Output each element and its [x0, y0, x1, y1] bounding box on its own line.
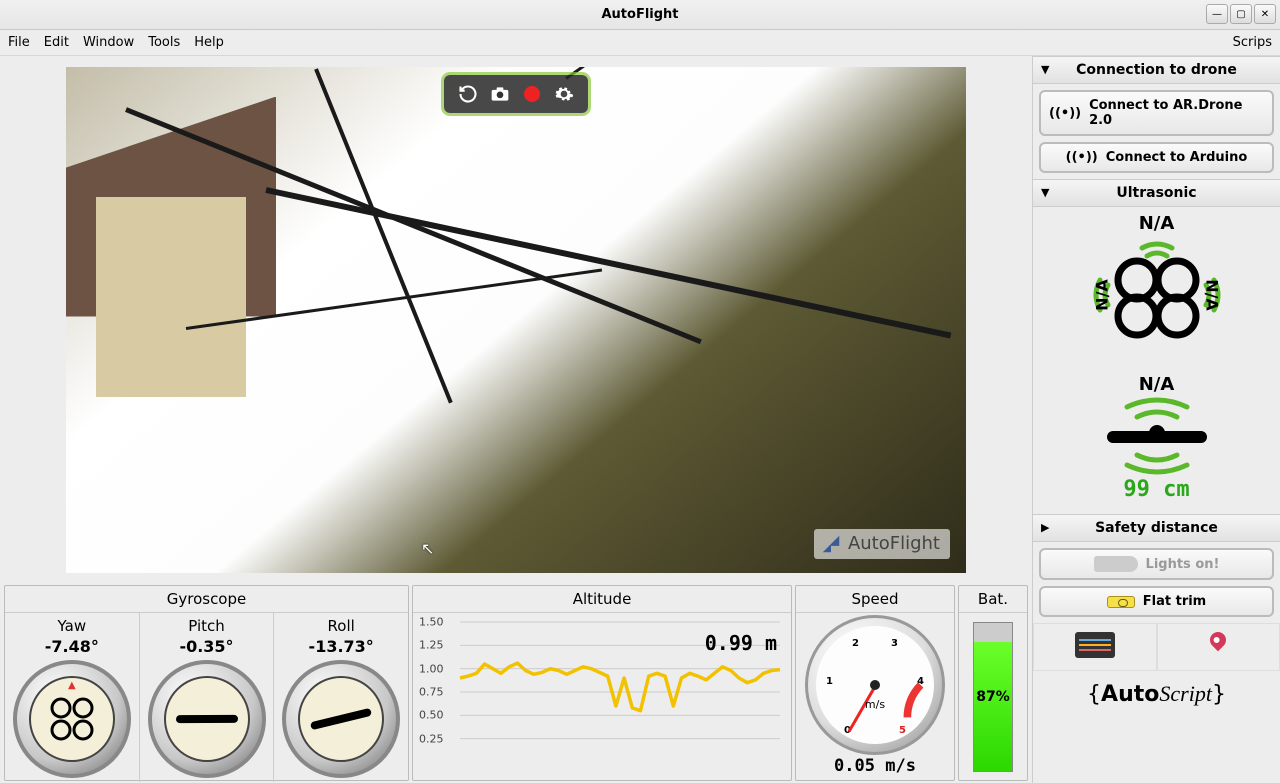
altitude-value: 0.99 m [705, 631, 777, 655]
altitude-panel: Altitude 0.99 m 0.25 0.50 0.75 1.00 1.25 1.50 [412, 585, 792, 781]
menu-window[interactable]: Window [83, 35, 134, 50]
yaw-dial: ▲ [13, 660, 131, 778]
battery-title: Bat. [959, 586, 1027, 613]
ultrasonic-front-value: N/A [1139, 213, 1175, 234]
yaw-value: -7.48° [45, 637, 99, 656]
flashlight-icon [1094, 556, 1138, 572]
menu-tools[interactable]: Tools [148, 35, 180, 50]
connect-arduino-button[interactable]: ((•)) Connect to Arduino [1039, 142, 1274, 173]
speed-value: 0.05 m/s [796, 756, 954, 780]
section-safety-title: Safety distance [1095, 520, 1218, 536]
altitude-ytick: 1.25 [419, 639, 444, 652]
drone-side-icon [1107, 431, 1207, 443]
window-title: AutoFlight [601, 7, 678, 22]
sensor-chart-button[interactable] [1033, 623, 1157, 671]
video-feed-area: AutoFlight ↖ [2, 56, 1030, 583]
record-icon[interactable] [518, 81, 546, 107]
section-connection[interactable]: ▼ Connection to drone [1033, 56, 1280, 84]
ultrasonic-top-view: N/A N/A N/A [1033, 207, 1280, 368]
ultrasonic-right-value: N/A [1202, 279, 1221, 311]
menu-file[interactable]: File [8, 35, 30, 50]
close-button[interactable]: ✕ [1254, 4, 1276, 24]
chevron-down-icon: ▼ [1041, 63, 1049, 76]
menu-help[interactable]: Help [194, 35, 224, 50]
connect-ardrone-button[interactable]: ((•)) Connect to AR.Drone 2.0 [1039, 90, 1274, 136]
gyroscope-title: Gyroscope [5, 586, 408, 613]
maximize-button[interactable]: ▢ [1230, 4, 1252, 24]
ultrasonic-bottom-value: 99 cm [1123, 477, 1189, 502]
map-pin-icon [1207, 629, 1230, 652]
roll-dial [282, 660, 400, 778]
chevron-down-icon: ▼ [1041, 186, 1049, 199]
altitude-ytick: 0.50 [419, 709, 444, 722]
section-ultrasonic[interactable]: ▼ Ultrasonic [1033, 179, 1280, 207]
gyroscope-panel: Gyroscope Yaw -7.48° ▲ Pitch [4, 585, 409, 781]
altitude-ytick: 1.00 [419, 662, 444, 675]
minimize-button[interactable]: — [1206, 4, 1228, 24]
cursor-icon: ↖ [421, 539, 434, 558]
wifi-icon: ((•)) [1049, 106, 1081, 121]
pitch-dial [148, 660, 266, 778]
gear-icon[interactable] [550, 81, 578, 107]
battery-panel: Bat. 87% [958, 585, 1028, 781]
pitch-cell: Pitch -0.35° [140, 613, 275, 782]
menubar: File Edit Window Tools Help Scrips [0, 30, 1280, 56]
menu-scripts[interactable]: Scrips [1233, 35, 1272, 50]
video-toolbar [444, 75, 588, 113]
altitude-ytick: 1.50 [419, 616, 444, 629]
flat-trim-button[interactable]: Flat trim [1039, 586, 1274, 617]
speed-title: Speed [796, 586, 954, 613]
section-ultrasonic-title: Ultrasonic [1116, 185, 1196, 201]
map-button[interactable] [1157, 623, 1280, 671]
speed-panel: Speed 0 1 2 3 4 5 m/s [795, 585, 955, 781]
wifi-icon: ((•)) [1066, 150, 1098, 165]
watermark-text: AutoFlight [848, 533, 940, 554]
chart-icon [1075, 632, 1115, 658]
menu-edit[interactable]: Edit [44, 35, 69, 50]
yaw-label: Yaw [58, 617, 87, 635]
battery-bar: 87% [973, 622, 1013, 772]
ultrasonic-side-view: N/A 99 cm [1033, 368, 1280, 514]
ultrasonic-top-value: N/A [1139, 374, 1175, 395]
altitude-title: Altitude [413, 586, 791, 613]
section-safety[interactable]: ▶ Safety distance [1033, 514, 1280, 542]
altitude-ytick: 0.25 [419, 732, 444, 745]
autoscript-button[interactable]: {AutoScript} [1033, 671, 1280, 717]
section-connection-title: Connection to drone [1076, 62, 1237, 78]
chevron-right-icon: ▶ [1041, 521, 1049, 534]
level-icon [1107, 596, 1135, 608]
pitch-label: Pitch [188, 617, 225, 635]
titlebar: AutoFlight — ▢ ✕ [0, 0, 1280, 30]
video-feed: AutoFlight ↖ [66, 67, 966, 573]
speed-gauge: 0 1 2 3 4 5 m/s [805, 615, 945, 755]
sidebar: ▼ Connection to drone ((•)) Connect to A… [1032, 56, 1280, 783]
lights-on-button[interactable]: Lights on! [1039, 548, 1274, 580]
refresh-icon[interactable] [454, 81, 482, 107]
pitch-value: -0.35° [179, 637, 233, 656]
yaw-cell: Yaw -7.48° ▲ [5, 613, 140, 782]
roll-label: Roll [328, 617, 355, 635]
speed-unit: m/s [865, 698, 885, 711]
roll-cell: Roll -13.73° [274, 613, 408, 782]
roll-value: -13.73° [309, 637, 374, 656]
camera-icon[interactable] [486, 81, 514, 107]
battery-percent: 87% [976, 689, 1010, 705]
watermark: AutoFlight [814, 529, 950, 559]
altitude-ytick: 0.75 [419, 686, 444, 699]
ultrasonic-left-value: N/A [1092, 279, 1111, 311]
